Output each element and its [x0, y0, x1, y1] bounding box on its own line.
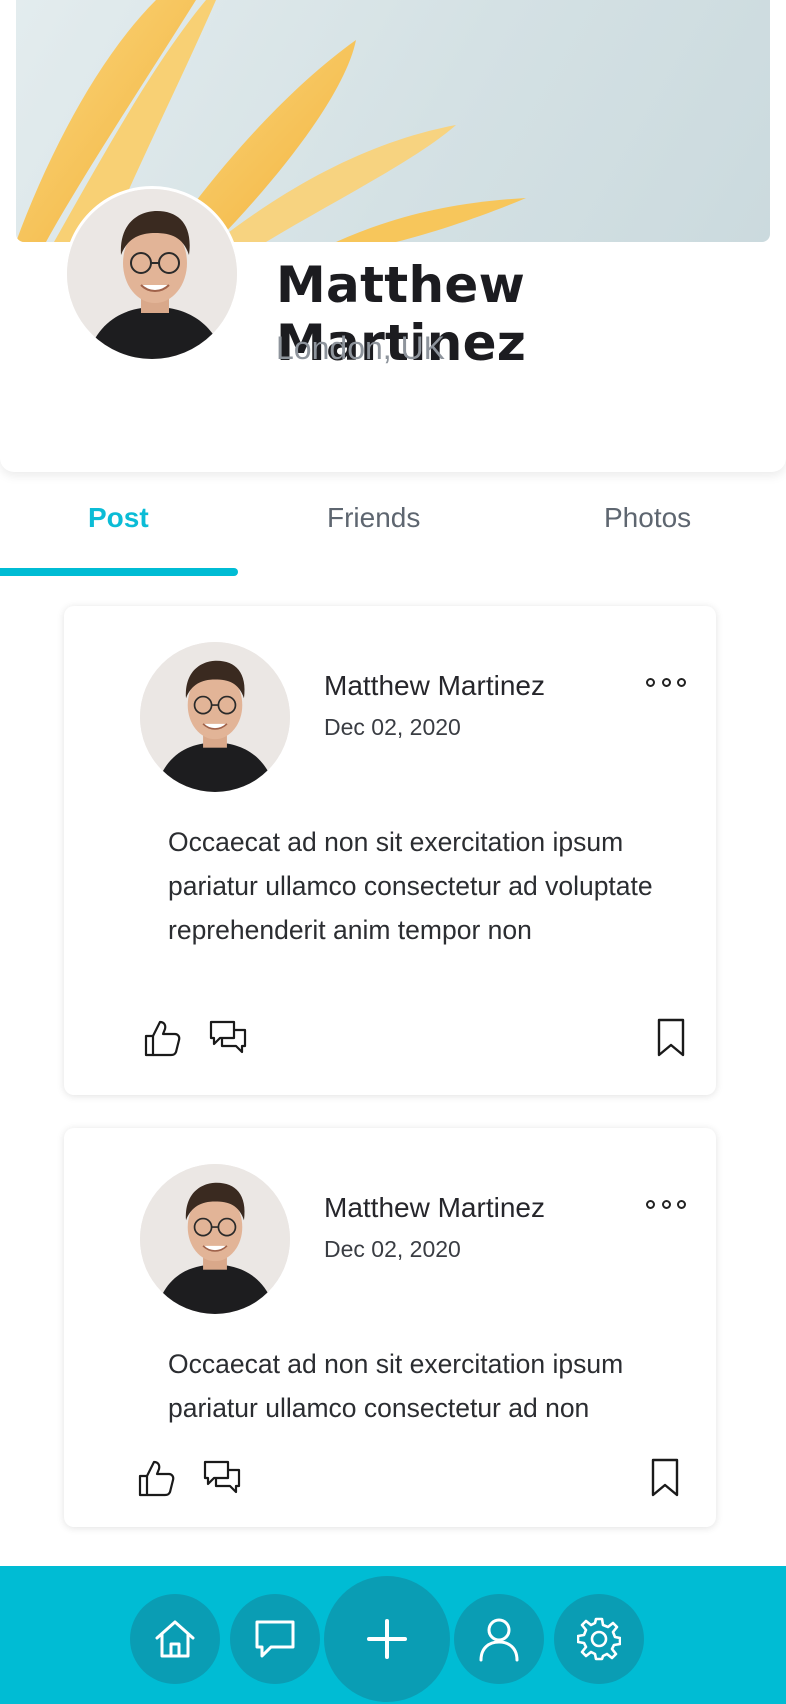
comment-icon[interactable] — [202, 1458, 242, 1498]
active-tab-indicator — [0, 568, 238, 576]
profile-screen: Matthew Martinez London, UK Post Friends… — [0, 0, 786, 1704]
tab-post[interactable]: Post — [88, 502, 149, 534]
more-options-icon[interactable] — [646, 674, 686, 690]
bookmark-icon[interactable] — [656, 1018, 686, 1058]
tab-friends[interactable]: Friends — [327, 502, 420, 534]
bookmark-icon[interactable] — [650, 1458, 680, 1498]
profile-location: London, UK — [276, 330, 446, 366]
tab-photos[interactable]: Photos — [604, 502, 691, 534]
post-avatar[interactable] — [140, 1164, 290, 1314]
nav-profile-button[interactable] — [454, 1594, 544, 1684]
settings-icon — [577, 1617, 621, 1661]
profile-avatar[interactable] — [64, 186, 240, 362]
post-avatar[interactable] — [140, 642, 290, 792]
nav-home-button[interactable] — [130, 1594, 220, 1684]
nav-add-button[interactable] — [324, 1576, 450, 1702]
more-options-icon[interactable] — [646, 1196, 686, 1212]
chat-icon — [255, 1620, 295, 1658]
like-icon[interactable] — [142, 1018, 182, 1058]
post-date: Dec 02, 2020 — [324, 1236, 461, 1262]
post-author[interactable]: Matthew Martinez — [324, 670, 545, 702]
post-date: Dec 02, 2020 — [324, 714, 461, 740]
comment-icon[interactable] — [208, 1018, 248, 1058]
like-icon[interactable] — [136, 1458, 176, 1498]
profile-header: Matthew Martinez London, UK — [0, 0, 786, 472]
user-icon — [479, 1618, 519, 1662]
post-card: Matthew Martinez Dec 02, 2020 Occaecat a… — [64, 1128, 716, 1527]
nav-settings-button[interactable] — [554, 1594, 644, 1684]
nav-chat-button[interactable] — [230, 1594, 320, 1684]
post-text: Occaecat ad non sit exercitation ipsum p… — [168, 827, 653, 945]
profile-tabs: Post Friends Photos — [0, 490, 786, 576]
home-icon — [155, 1620, 195, 1658]
bottom-nav — [0, 1566, 786, 1704]
post-text: Occaecat ad non sit exercitation ipsum p… — [168, 1349, 624, 1423]
plus-icon — [367, 1619, 407, 1659]
post-card: Matthew Martinez Dec 02, 2020 Occaecat a… — [64, 606, 716, 1095]
post-author[interactable]: Matthew Martinez — [324, 1192, 545, 1224]
